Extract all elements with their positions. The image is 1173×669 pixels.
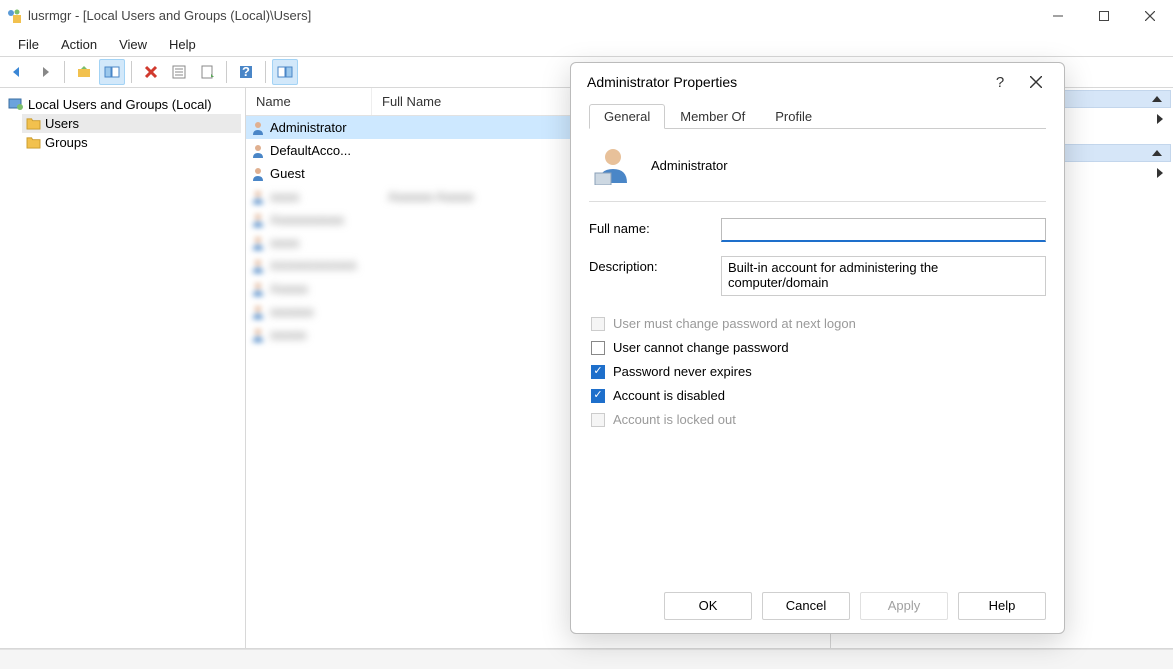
- apply-button[interactable]: Apply: [860, 592, 948, 620]
- dialog-body: General Member Of Profile Administrator …: [571, 101, 1064, 577]
- checkbox-icon[interactable]: [591, 389, 605, 403]
- window-title: lusrmgr - [Local Users and Groups (Local…: [28, 8, 1035, 23]
- folder-icon: [26, 117, 41, 130]
- fullname-input[interactable]: [721, 218, 1046, 242]
- tree-root[interactable]: Local Users and Groups (Local): [4, 94, 241, 114]
- tree-users-label: Users: [45, 116, 79, 131]
- user-large-icon: [593, 145, 633, 185]
- menu-file[interactable]: File: [8, 35, 49, 54]
- close-button[interactable]: [1127, 0, 1173, 32]
- help-button[interactable]: ?: [233, 59, 259, 85]
- user-icon: [250, 304, 266, 320]
- check-label: Account is locked out: [613, 412, 736, 427]
- ok-button[interactable]: OK: [664, 592, 752, 620]
- menu-help[interactable]: Help: [159, 35, 206, 54]
- collapse-icon: [1152, 96, 1162, 102]
- more-icon: [1157, 114, 1163, 124]
- properties-button[interactable]: [166, 59, 192, 85]
- check-must-change: User must change password at next logon: [589, 316, 1046, 331]
- description-label: Description:: [589, 256, 709, 274]
- title-bar: lusrmgr - [Local Users and Groups (Local…: [0, 0, 1173, 32]
- user-icon: [250, 327, 266, 343]
- check-label: Password never expires: [613, 364, 752, 379]
- action-pane-button[interactable]: [272, 59, 298, 85]
- check-label: Account is disabled: [613, 388, 725, 403]
- check-never-expires[interactable]: Password never expires: [589, 364, 1046, 379]
- dialog-footer: OK Cancel Apply Help: [571, 577, 1064, 633]
- cell-name: Guest: [270, 166, 386, 181]
- folder-icon: [26, 136, 41, 149]
- cell-name: DefaultAcco...: [270, 143, 386, 158]
- user-icon: [250, 235, 266, 251]
- check-label: User cannot change password: [613, 340, 789, 355]
- dialog-title: Administrator Properties: [587, 74, 982, 90]
- export-list-button[interactable]: [194, 59, 220, 85]
- checkbox-icon[interactable]: [591, 341, 605, 355]
- cell-name: Administrator: [270, 120, 386, 135]
- up-button[interactable]: [71, 59, 97, 85]
- collapse-icon: [1152, 150, 1162, 156]
- svg-text:?: ?: [242, 65, 250, 79]
- maximize-button[interactable]: [1081, 0, 1127, 32]
- checkbox-icon: [591, 413, 605, 427]
- app-icon: [6, 8, 22, 24]
- back-button[interactable]: [4, 59, 30, 85]
- show-console-tree-button[interactable]: [99, 59, 125, 85]
- tab-memberof[interactable]: Member Of: [665, 104, 760, 129]
- user-icon: [250, 166, 266, 182]
- separator: [131, 61, 132, 83]
- cancel-button[interactable]: Cancel: [762, 592, 850, 620]
- delete-button[interactable]: [138, 59, 164, 85]
- properties-dialog: Administrator Properties ? General Membe…: [570, 62, 1065, 634]
- more-icon: [1157, 168, 1163, 178]
- dialog-titlebar[interactable]: Administrator Properties ?: [571, 63, 1064, 101]
- menu-action[interactable]: Action: [51, 35, 107, 54]
- dialog-help-button[interactable]: ?: [982, 67, 1018, 97]
- check-label: User must change password at next logon: [613, 316, 856, 331]
- tree-groups[interactable]: Groups: [22, 133, 241, 152]
- description-input[interactable]: [721, 256, 1046, 296]
- field-fullname: Full name:: [589, 218, 1046, 242]
- checkbox-icon: [591, 317, 605, 331]
- dialog-username: Administrator: [651, 158, 728, 173]
- fullname-label: Full name:: [589, 218, 709, 236]
- check-disabled[interactable]: Account is disabled: [589, 388, 1046, 403]
- tree-pane[interactable]: Local Users and Groups (Local) Users Gro…: [0, 88, 246, 648]
- separator: [226, 61, 227, 83]
- dialog-close-button[interactable]: [1018, 67, 1054, 97]
- tree-users[interactable]: Users: [22, 114, 241, 133]
- dialog-user-header: Administrator: [589, 133, 1046, 202]
- computer-icon: [8, 96, 24, 112]
- tab-general[interactable]: General: [589, 104, 665, 129]
- help-button[interactable]: Help: [958, 592, 1046, 620]
- user-icon: [250, 189, 266, 205]
- field-description: Description:: [589, 256, 1046, 296]
- checkbox-icon[interactable]: [591, 365, 605, 379]
- user-icon: [250, 258, 266, 274]
- user-icon: [250, 281, 266, 297]
- user-icon: [250, 212, 266, 228]
- check-locked: Account is locked out: [589, 412, 1046, 427]
- status-bar: [0, 649, 1173, 669]
- tree-groups-label: Groups: [45, 135, 88, 150]
- tree-root-label: Local Users and Groups (Local): [28, 97, 212, 112]
- minimize-button[interactable]: [1035, 0, 1081, 32]
- tab-profile[interactable]: Profile: [760, 104, 827, 129]
- menu-view[interactable]: View: [109, 35, 157, 54]
- dialog-tabs: General Member Of Profile: [589, 103, 1046, 129]
- forward-button[interactable]: [32, 59, 58, 85]
- check-cannot-change[interactable]: User cannot change password: [589, 340, 1046, 355]
- window-controls: [1035, 0, 1173, 32]
- column-name[interactable]: Name: [246, 88, 372, 115]
- user-icon: [250, 120, 266, 136]
- menu-bar: File Action View Help: [0, 32, 1173, 56]
- separator: [64, 61, 65, 83]
- separator: [265, 61, 266, 83]
- user-icon: [250, 143, 266, 159]
